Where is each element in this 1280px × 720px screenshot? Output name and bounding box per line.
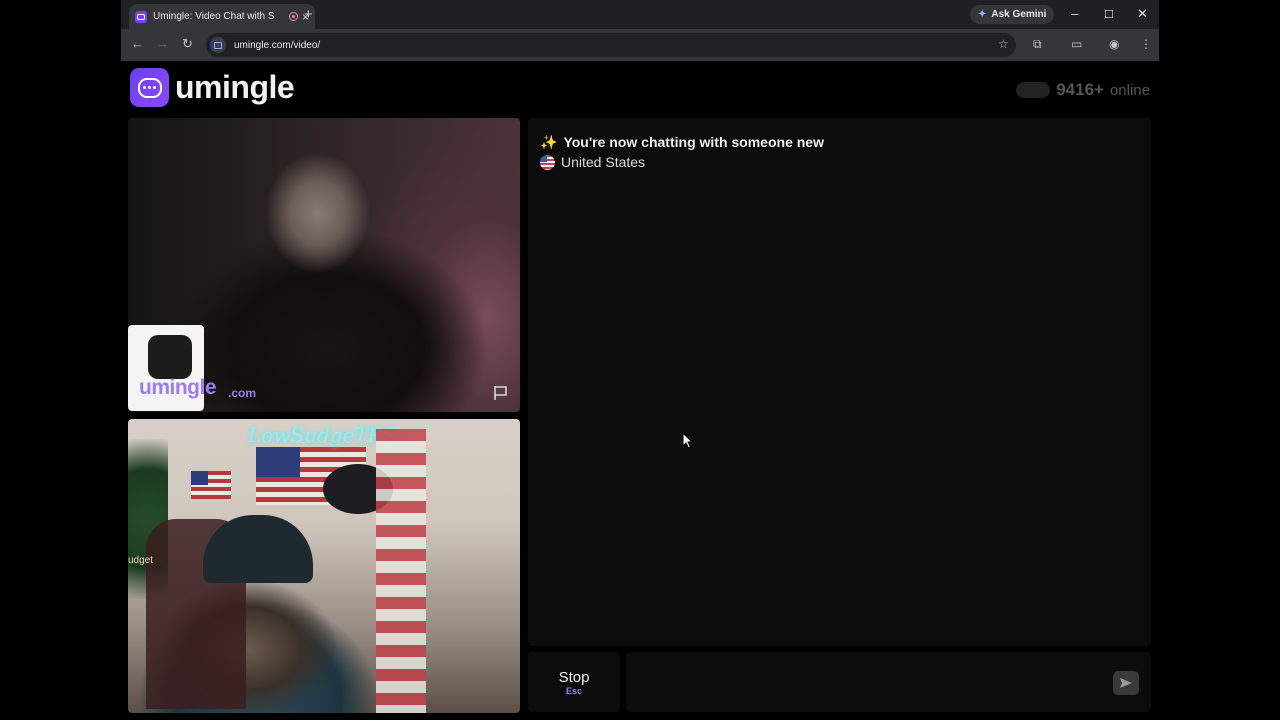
recording-indicator-icon [288,12,298,21]
background-text: udget [128,555,154,566]
new-tab-button[interactable]: + [304,6,313,23]
online-count: 9416+ [1056,80,1104,99]
chat-bubble-logo-icon [130,68,169,107]
stop-shortcut: Esc [565,685,582,696]
us-flag-icon [540,154,555,170]
ask-gemini-label: Ask Gemini [991,9,1047,20]
umingle-favicon-icon [135,10,147,23]
bookmark-star-icon[interactable]: ☆ [998,37,1009,51]
message-box [626,652,1151,712]
online-toggle[interactable] [1016,82,1051,98]
large-flag-image [376,429,426,713]
remote-video: umingle .com [128,118,520,412]
stop-label: Stop [558,668,590,686]
site-info-icon[interactable] [210,37,226,53]
minimize-button[interactable]: – [1071,6,1078,21]
browser-tab[interactable]: Umingle: Video Chat with S × [129,4,315,29]
logo-text: umingle [175,69,295,105]
local-video: LowSudgeTRS udget [128,419,520,713]
page-content: umingle 9416+ online umingle .com LowSud… [121,61,1159,720]
small-flag-image [191,471,231,499]
browser-window: Umingle: Video Chat with S × + ✦ Ask Gem… [121,0,1159,720]
message-input[interactable] [634,662,1108,704]
watermark-text: umingle [139,376,217,399]
forward-button[interactable]: → [156,36,169,51]
send-icon [1120,678,1132,688]
ask-gemini-button[interactable]: ✦ Ask Gemini [970,5,1055,24]
media-controls-icon[interactable]: ▭ [1071,37,1082,51]
online-counter: 9416+ online [1016,80,1150,100]
send-button[interactable] [1113,671,1139,695]
neon-sign-text: LowSudgeTRS [248,423,397,447]
extensions-icon[interactable]: ⧉ [1033,37,1042,52]
maximize-button[interactable]: ☐ [1104,8,1114,21]
reload-button[interactable]: ↻ [182,36,193,52]
close-window-button[interactable]: ✕ [1137,6,1148,22]
chat-panel: ✨ You're now chatting with someone new Un… [528,118,1151,646]
site-logo[interactable]: umingle [130,68,295,107]
country-line: United States [540,154,645,170]
sparkle-icon: ✨ [540,134,558,150]
status-message: ✨ You're now chatting with someone new [540,134,824,151]
gemini-icon: ✦ [978,9,987,20]
address-bar[interactable]: umingle.com/video/ [206,33,1016,57]
profile-icon[interactable]: ◉ [1109,37,1119,51]
mouse-cursor-icon [682,432,694,449]
stop-button[interactable]: Stop Esc [528,652,620,712]
status-message-text: You're now chatting with someone new [563,134,824,150]
watermark-suffix: .com [228,386,257,400]
report-flag-icon[interactable] [492,384,510,402]
online-label: online [1109,81,1150,99]
tab-title: Umingle: Video Chat with S [153,11,275,22]
url-text: umingle.com/video/ [234,39,321,51]
chrome-menu-icon[interactable]: ⋮ [1140,37,1152,51]
back-button[interactable]: ← [131,36,144,51]
browser-toolbar: ← → ↻ umingle.com/video/ ☆ ⧉ ▭ ◉ ⋮ [121,29,1159,61]
tab-strip: Umingle: Video Chat with S × + ✦ Ask Gem… [121,0,1159,29]
country-text: United States [561,154,646,170]
